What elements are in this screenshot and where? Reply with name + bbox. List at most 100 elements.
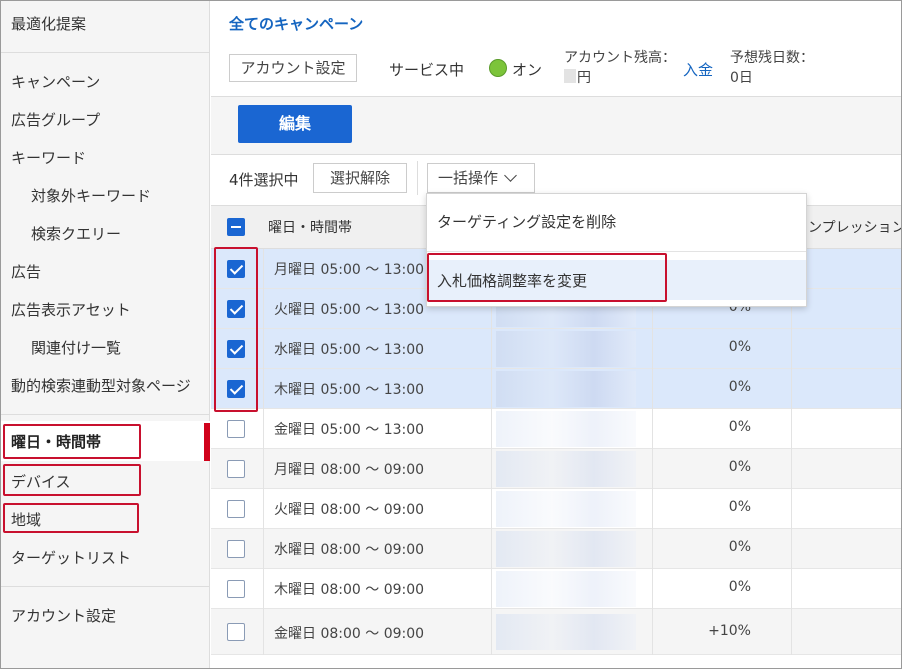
- account-balance-unit: 円: [577, 70, 591, 86]
- page-title[interactable]: 全てのキャンペーン: [229, 13, 363, 34]
- column-divider: [791, 569, 792, 609]
- column-divider: [791, 529, 792, 569]
- cell-bid-adjustment: 0%: [728, 579, 751, 595]
- redacted-cell: [496, 571, 636, 607]
- sidebar-item-dynamic-search-pages[interactable]: 動的検索連動型対象ページ: [11, 375, 191, 396]
- highlight-box-device: [3, 464, 141, 496]
- row-checkbox[interactable]: [227, 460, 245, 478]
- sidebar-item-association-list[interactable]: 関連付け一覧: [31, 337, 121, 358]
- cell-day-time: 水曜日 05:00 ～ 13:00: [274, 342, 425, 358]
- column-divider: [491, 489, 492, 529]
- sidebar-item-ad[interactable]: 広告: [11, 261, 41, 282]
- cell-bid-adjustment: 0%: [728, 419, 751, 435]
- column-divider: [263, 569, 264, 609]
- redacted-cell: [496, 614, 636, 650]
- row-checkbox[interactable]: [227, 500, 245, 518]
- table-row[interactable]: 金曜日 05:00 ～ 13:00 0%: [211, 409, 901, 449]
- sidebar-divider: [1, 52, 210, 53]
- column-divider: [263, 609, 264, 655]
- column-divider: [491, 529, 492, 569]
- column-divider: [263, 489, 264, 529]
- redacted-cell: [496, 331, 636, 367]
- cell-day-time: 火曜日 05:00 ～ 13:00: [274, 302, 425, 318]
- sidebar-divider: [1, 586, 210, 587]
- bulk-action-label: 一括操作: [438, 169, 499, 187]
- sidebar-item-search-query[interactable]: 検索クエリー: [31, 223, 121, 244]
- deposit-link[interactable]: 入金: [683, 59, 713, 80]
- service-status-value: オン: [512, 61, 543, 79]
- select-all-checkbox[interactable]: [227, 218, 245, 236]
- column-divider: [491, 569, 492, 609]
- row-checkbox[interactable]: [227, 580, 245, 598]
- sidebar-item-account-settings[interactable]: アカウント設定: [11, 605, 116, 626]
- sidebar-active-indicator: [204, 423, 210, 461]
- table-row[interactable]: 火曜日 08:00 ～ 09:00 0%: [211, 489, 901, 529]
- account-balance-label: アカウント残高：: [564, 50, 676, 66]
- column-divider: [791, 329, 792, 369]
- menu-item-delete-targeting[interactable]: ターゲティング設定を削除: [437, 211, 616, 232]
- row-checkbox[interactable]: [227, 623, 245, 641]
- column-divider: [263, 449, 264, 489]
- divider: [417, 161, 418, 195]
- row-checkbox[interactable]: [227, 540, 245, 558]
- cell-day-time: 木曜日 05:00 ～ 13:00: [274, 382, 425, 398]
- column-divider: [791, 609, 792, 655]
- highlight-box-day-time: [3, 424, 141, 459]
- column-header-impressions[interactable]: インプレッション: [794, 217, 901, 237]
- edit-button[interactable]: 編集: [238, 105, 352, 143]
- sidebar-item-campaign[interactable]: キャンペーン: [11, 71, 100, 92]
- sidebar-item-ad-asset[interactable]: 広告表示アセット: [11, 299, 131, 320]
- column-divider: [263, 529, 264, 569]
- redacted-cell: [496, 531, 636, 567]
- row-checkbox[interactable]: [227, 420, 245, 438]
- menu-divider: [427, 251, 806, 252]
- sidebar-item-target-list[interactable]: ターゲットリスト: [11, 547, 131, 568]
- chevron-down-icon: [504, 169, 517, 182]
- table-row[interactable]: 金曜日 08:00 ～ 09:00 +10%: [211, 609, 901, 655]
- cell-bid-adjustment: 0%: [728, 499, 751, 515]
- table-row[interactable]: 水曜日 05:00 ～ 13:00 0%: [211, 329, 901, 369]
- account-balance-value-redacted: [564, 69, 576, 83]
- redacted-cell: [496, 371, 636, 407]
- cell-day-time: 水曜日 08:00 ～ 09:00: [274, 542, 425, 558]
- estimated-days-label: 予想残日数：: [730, 50, 814, 66]
- cell-bid-adjustment: 0%: [728, 459, 751, 475]
- column-divider: [491, 369, 492, 409]
- column-divider: [263, 369, 264, 409]
- column-divider: [491, 329, 492, 369]
- column-header-day-time[interactable]: 曜日・時間帯: [268, 217, 352, 237]
- divider: [211, 154, 901, 155]
- column-divider: [791, 489, 792, 529]
- bulk-action-dropdown[interactable]: 一括操作: [427, 163, 535, 193]
- column-divider: [263, 289, 264, 329]
- sidebar-item-adgroup[interactable]: 広告グループ: [11, 109, 100, 130]
- sidebar-item-optimization[interactable]: 最適化提案: [11, 13, 86, 34]
- account-settings-button[interactable]: アカウント設定: [229, 54, 357, 82]
- cell-day-time: 木曜日 08:00 ～ 09:00: [274, 582, 425, 598]
- column-divider: [263, 329, 264, 369]
- sidebar-divider: [1, 414, 210, 415]
- table-row[interactable]: 木曜日 08:00 ～ 09:00 0%: [211, 569, 901, 609]
- column-divider: [791, 409, 792, 449]
- cell-day-time: 金曜日 05:00 ～ 13:00: [274, 422, 425, 438]
- cell-day-time: 月曜日 05:00 ～ 13:00: [274, 262, 425, 278]
- column-divider: [791, 369, 792, 409]
- table-row[interactable]: 木曜日 05:00 ～ 13:00 0%: [211, 369, 901, 409]
- redacted-cell: [496, 411, 636, 447]
- selected-count: 4件選択中: [229, 171, 299, 189]
- highlight-box-region: [3, 503, 139, 533]
- column-divider: [491, 449, 492, 489]
- table-row[interactable]: 水曜日 08:00 ～ 09:00 0%: [211, 529, 901, 569]
- clear-selection-button[interactable]: 選択解除: [313, 163, 407, 193]
- highlight-box-bid-adjustment: [427, 253, 667, 302]
- estimated-days-value: 0日: [730, 70, 753, 86]
- divider: [211, 96, 901, 97]
- sidebar-item-negative-keyword[interactable]: 対象外キーワード: [31, 185, 151, 206]
- service-status-label: サービス中: [389, 61, 465, 79]
- cell-bid-adjustment: +10%: [708, 623, 751, 639]
- cell-day-time: 月曜日 08:00 ～ 09:00: [274, 462, 425, 478]
- column-divider: [491, 609, 492, 655]
- column-divider: [263, 409, 264, 449]
- table-row[interactable]: 月曜日 08:00 ～ 09:00 0%: [211, 449, 901, 489]
- sidebar-item-keyword[interactable]: キーワード: [11, 147, 86, 168]
